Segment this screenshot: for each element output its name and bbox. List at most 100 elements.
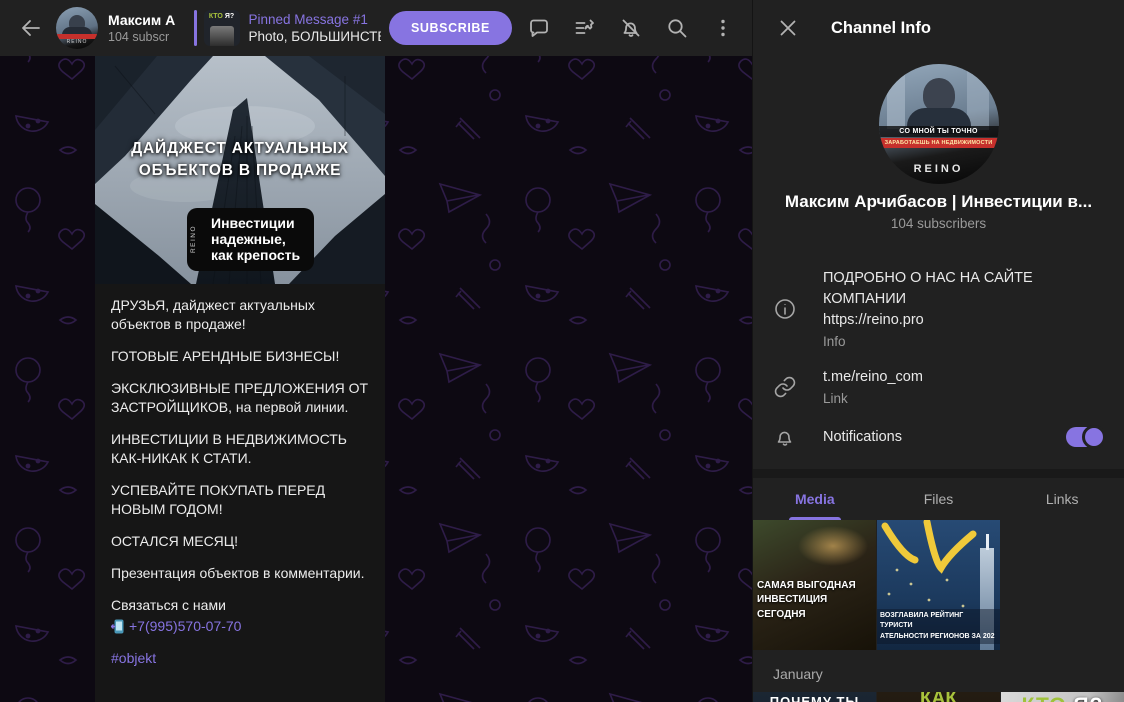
link-label: Link (823, 391, 848, 407)
about-text-line1: ПОДРОБНО О НАС НА САЙТЕ КОМПАНИИ (823, 270, 1033, 308)
phone-line: +7(995)570-07-70 (111, 617, 369, 636)
info-icon (773, 297, 797, 321)
info-row-about[interactable]: ПОДРОБНО О НАС НА САЙТЕ КОМПАНИИ https:/… (753, 259, 1124, 358)
chat-header: REINO Максим А 104 subscr КТО Я? Pinned … (0, 0, 752, 56)
channel-avatar-small[interactable]: REINO (56, 7, 98, 49)
notifications-toggle[interactable] (1066, 425, 1106, 450)
message-paragraph: ЭКСКЛЮЗИВНЫЕ ПРЕДЛОЖЕНИЯ ОТ ЗАСТРОЙЩИКОВ… (111, 380, 369, 416)
pinned-preview: Photo, БОЛЬШИНСТВО ИНВЕ... (248, 29, 381, 44)
toggle-knob (1082, 425, 1106, 450)
pinned-thumb-word1: КТО (208, 13, 223, 20)
message-paragraph: ОСТАЛСЯ МЕСЯЦ! (111, 533, 239, 550)
channel-name: Максим Арчибасов | Инвестиции в... (784, 192, 1093, 211)
pinned-texts: Pinned Message #1 Photo, БОЛЬШИНСТВО ИНВ… (249, 12, 381, 44)
avatar-brand-mini: REINO (66, 39, 88, 45)
thumb2-text-line2: АТЕЛЬНОСТИ РЕГИОНОВ ЗА 202 (880, 632, 995, 640)
thumb5-word1: КТО (1022, 694, 1067, 702)
avatar-caption-2: ЗАРАБОТАЕШЬ НА НЕДВИЖИМОСТИ (878, 138, 999, 148)
close-icon (780, 20, 796, 36)
pinned-accent-bar (194, 10, 197, 46)
photo-badge-line: Инвестиции (211, 215, 295, 231)
muted-bell-icon (622, 19, 640, 37)
message-paragraph: УСПЕВАЙТЕ ПОКУПАТЬ ПЕРЕД НОВЫМ ГОДОМ! (111, 482, 326, 518)
close-panel-button[interactable] (771, 11, 805, 45)
photo-title-line1: ДАЙДЖЕСТ АКТУАЛЬНЫХ (131, 140, 349, 157)
pinned-message-bar[interactable]: КТО Я? Pinned Message #1 Photo, БОЛЬШИНС… (194, 10, 381, 46)
tab-media[interactable]: Media (753, 478, 877, 521)
telegram-app: ДАЙДЖЕСТ АКТУАЛЬНЫХ ОБЪЕКТОВ В ПРОДАЖЕ R… (0, 0, 1124, 702)
pinned-thumb-word2: Я? (224, 13, 235, 20)
media-thumbnail-city[interactable]: ВОЗГЛАВИЛА РЕЙТИНГ ТУРИСТИ АТЕЛЬНОСТИ РЕ… (877, 520, 1000, 651)
about-text-line2: https://reino.pro (823, 312, 924, 329)
link-icon (773, 375, 797, 399)
pinned-title: Pinned Message #1 (248, 12, 368, 27)
message-paragraph: ГОТОВЫЕ АРЕНДНЫЕ БИЗНЕСЫ! (111, 348, 340, 365)
media-grid-row1: САМАЯ ВЫГОДНАЯ ИНВЕСТИЦИЯ СЕГОДНЯ ВОЗГЛА… (753, 520, 1124, 651)
chat-title: Максим А (108, 12, 176, 28)
tab-media-label: Media (794, 491, 835, 508)
media-thumbnail-who-am-i[interactable]: КТО Я? (1001, 692, 1124, 702)
message-photo[interactable]: ДАЙДЖЕСТ АКТУАЛЬНЫХ ОБЪЕКТОВ В ПРОДАЖЕ R… (95, 56, 385, 284)
search-button[interactable] (660, 11, 694, 45)
phone-emoji-icon (111, 619, 124, 634)
info-row-notifications[interactable]: Notifications (753, 415, 1124, 459)
info-rows: ПОДРОБНО О НАС НА САЙТЕ КОМПАНИИ https:/… (753, 259, 1124, 459)
panel-title: Channel Info (831, 18, 931, 37)
section-divider (753, 469, 1124, 479)
back-button[interactable] (14, 11, 48, 45)
message-paragraph: Презентация объектов в комментарии. (111, 565, 365, 582)
notifications-label: Notifications (823, 428, 902, 445)
pinned-list-icon (575, 19, 594, 34)
media-grid-empty-cell (1001, 520, 1124, 650)
channel-link: t.me/reino_com (823, 369, 923, 386)
pinned-messages-button[interactable] (568, 11, 602, 45)
channel-message: ДАЙДЖЕСТ АКТУАЛЬНЫХ ОБЪЕКТОВ В ПРОДАЖЕ R… (95, 56, 385, 702)
thumb1-text-line2: ИНВЕСТИЦИЯ СЕГОДНЯ (757, 594, 828, 620)
phone-link[interactable]: +7(995)570-07-70 (129, 617, 241, 636)
thumb2-text-line1: ВОЗГЛАВИЛА РЕЙТИНГ ТУРИСТИ (880, 611, 964, 630)
photo-title-line2: ОБЪЕКТОВ В ПРОДАЖЕ (138, 162, 342, 180)
channel-info-panel: Channel Info СО МНОЙ ТЫ ТОЧНО ЗАРАБОТАЕШ… (752, 0, 1124, 702)
message-paragraph: ДРУЗЬЯ, дайджест актуальных объектов в п… (111, 297, 315, 333)
info-header: Channel Info (753, 0, 1124, 56)
message-paragraph: Связаться с нами (111, 597, 226, 614)
message-text: ДРУЗЬЯ, дайджест актуальных объектов в п… (95, 284, 385, 674)
chat-subscribers: 104 subscr (108, 30, 170, 44)
chat-title-block[interactable]: Максим А 104 subscr (108, 12, 190, 44)
media-grid-row2: ПОЧЕМУ ТЫ ТЕРЯЕШЬ КАК ПОДБИРАЮ КТО Я? (753, 692, 1124, 702)
media-section-label: January (773, 666, 823, 683)
hashtag-link[interactable]: #objekt (111, 649, 369, 668)
media-thumbnail-why-you-lose[interactable]: ПОЧЕМУ ТЫ ТЕРЯЕШЬ (753, 692, 876, 702)
discussion-button[interactable] (522, 11, 556, 45)
avatar-caption-1: СО МНОЙ ТЫ ТОЧНО (878, 126, 999, 137)
kebab-menu-icon (721, 19, 725, 37)
back-arrow-icon (22, 20, 40, 36)
media-thumbnail-how-i-pick[interactable]: КАК ПОДБИРАЮ (877, 692, 1000, 702)
media-thumbnail-patio[interactable]: САМАЯ ВЫГОДНАЯ ИНВЕСТИЦИЯ СЕГОДНЯ (753, 520, 876, 651)
photo-badge-line: как крепость (211, 247, 301, 264)
photo-badge: REINO Инвестиции надежные, как крепость (187, 208, 315, 271)
about-label: Info (823, 334, 846, 350)
search-icon (668, 19, 687, 38)
photo-title: ДАЙДЖЕСТ АКТУАЛЬНЫХ ОБЪЕКТОВ В ПРОДАЖЕ (95, 138, 385, 183)
info-row-link[interactable]: t.me/reino_com Link (753, 358, 1124, 415)
chat-pane: ДАЙДЖЕСТ АКТУАЛЬНЫХ ОБЪЕКТОВ В ПРОДАЖЕ R… (0, 0, 752, 702)
channel-avatar-large[interactable]: СО МНОЙ ТЫ ТОЧНО ЗАРАБОТАЕШЬ НА НЕДВИЖИМ… (878, 64, 999, 184)
thumb4-word1: КАК (877, 692, 1000, 702)
shared-media-tabs: Media Files Links (753, 478, 1124, 521)
subscribe-button[interactable]: SUBSCRIBE (388, 11, 512, 45)
tab-files[interactable]: Files (877, 478, 1001, 520)
header-icons (522, 11, 740, 45)
comment-bubble-icon (530, 19, 548, 37)
photo-badge-line: надежные, (211, 231, 286, 248)
pinned-thumbnail: КТО Я? (203, 10, 240, 46)
photo-badge-brand: REINO (190, 225, 197, 254)
avatar-brand: REINO (913, 163, 964, 175)
channel-subscribers: 104 subscribers (890, 216, 987, 231)
mute-button[interactable] (614, 11, 648, 45)
tab-files-label: Files (923, 491, 954, 508)
more-button[interactable] (706, 11, 740, 45)
tab-links[interactable]: Links (1000, 478, 1124, 520)
bell-icon (773, 425, 797, 449)
thumb3-word1: ПОЧЕМУ ТЫ (769, 694, 860, 702)
